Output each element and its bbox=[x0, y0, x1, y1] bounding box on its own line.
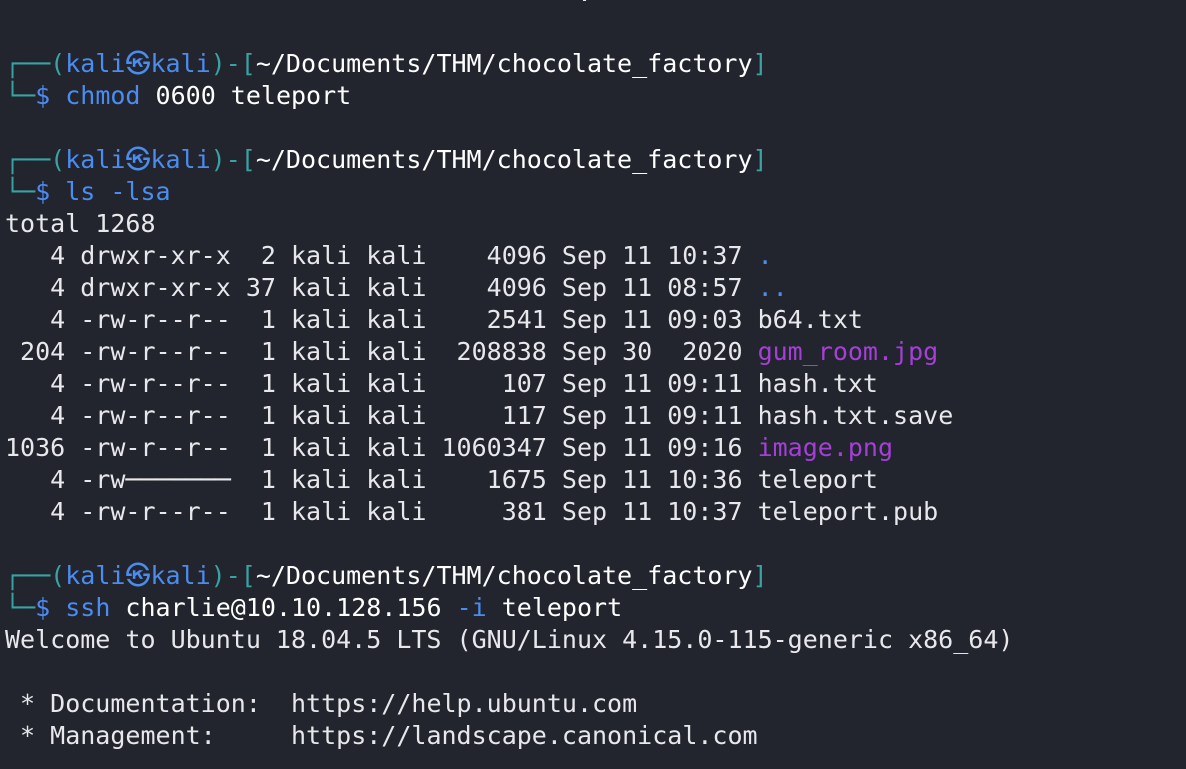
ls-entry-name: hash.txt bbox=[757, 369, 878, 398]
mgmt-url: https://landscape.canonical.com bbox=[290, 721, 758, 750]
ssh-mgmt-line: * Management: https://landscape.canonica… bbox=[5, 721, 758, 750]
ls-row: 4 -rw-r--r-- 1 kali kali 107 Sep 11 09:1… bbox=[5, 369, 878, 398]
prompt-dollar: $ bbox=[35, 81, 66, 110]
prompt-header: ┌──(kali㉿kali)-[~/Documents/THM/chocolat… bbox=[5, 561, 768, 590]
ls-row: 4 -rw-r--r-- 1 kali kali 2541 Sep 11 09:… bbox=[5, 305, 863, 334]
terminal-window[interactable]: · ┌──(kali㉿kali)-[~/Documents/THM/chocol… bbox=[0, 0, 1186, 769]
kali-skull-icon: ㉿ bbox=[125, 49, 151, 78]
doc-url: https://help.ubuntu.com bbox=[290, 689, 638, 718]
ls-row: 4 -rw─────── 1 kali kali 1675 Sep 11 10:… bbox=[5, 465, 878, 494]
prompt-path: ~/Documents/THM/chocolate_factory bbox=[255, 145, 753, 174]
ls-entry-name: hash.txt.save bbox=[757, 401, 954, 430]
command-name: ssh bbox=[65, 593, 111, 622]
ls-row: 4 drwxr-xr-x 37 kali kali 4096 Sep 11 08… bbox=[5, 273, 788, 302]
kali-skull-icon: ㉿ bbox=[125, 561, 151, 590]
prompt-host: kali bbox=[150, 145, 211, 174]
ls-total: total 1268 bbox=[5, 209, 156, 238]
prompt-header: ┌──(kali㉿kali)-[~/Documents/THM/chocolat… bbox=[5, 145, 768, 174]
prompt-host: kali bbox=[150, 561, 211, 590]
command-line: └─$ ssh charlie@10.10.128.156 -i telepor… bbox=[5, 593, 623, 622]
prompt-path: ~/Documents/THM/chocolate_factory bbox=[255, 49, 753, 78]
ls-row: 204 -rw-r--r-- 1 kali kali 208838 Sep 30… bbox=[5, 337, 939, 366]
prompt-header: ┌──(kali㉿kali)-[~/Documents/THM/chocolat… bbox=[5, 49, 768, 78]
command-line: └─$ chmod 0600 teleport bbox=[5, 81, 352, 110]
command-name: chmod bbox=[65, 81, 141, 110]
ssh-doc-line: * Documentation: https://help.ubuntu.com bbox=[5, 689, 638, 718]
command-args: -lsa bbox=[95, 177, 171, 206]
ls-entry-name: b64.txt bbox=[757, 305, 863, 334]
scrolled-off-line: · bbox=[5, 0, 1186, 16]
prompt-user: kali bbox=[65, 49, 126, 78]
kali-skull-icon: ㉿ bbox=[125, 145, 151, 174]
prompt-dollar: $ bbox=[35, 593, 66, 622]
prompt-user: kali bbox=[65, 561, 126, 590]
command-args: teleport bbox=[486, 593, 623, 622]
prompt-user: kali bbox=[65, 145, 126, 174]
prompt-host: kali bbox=[150, 49, 211, 78]
command-line: └─$ ls -lsa bbox=[5, 177, 171, 206]
ls-entry-name: teleport.pub bbox=[757, 497, 939, 526]
prompt-dollar: $ bbox=[35, 177, 66, 206]
ls-row: 4 -rw-r--r-- 1 kali kali 117 Sep 11 09:1… bbox=[5, 401, 954, 430]
ls-entry-name: gum_room.jpg bbox=[757, 337, 939, 366]
command-args: 0600 teleport bbox=[140, 81, 352, 110]
ls-row: 4 drwxr-xr-x 2 kali kali 4096 Sep 11 10:… bbox=[5, 241, 773, 270]
command-name: ls bbox=[65, 177, 96, 206]
ls-row: 4 -rw-r--r-- 1 kali kali 381 Sep 11 10:3… bbox=[5, 497, 939, 526]
ls-entry-name: teleport bbox=[757, 465, 878, 494]
prompt-path: ~/Documents/THM/chocolate_factory bbox=[255, 561, 753, 590]
command-args: charlie@10.10.128.156 bbox=[110, 593, 457, 622]
command-option: -i bbox=[456, 593, 487, 622]
ls-entry-name: image.png bbox=[757, 433, 894, 462]
ls-entry-name: .. bbox=[757, 273, 788, 302]
ls-row: 1036 -rw-r--r-- 1 kali kali 1060347 Sep … bbox=[5, 433, 894, 462]
ssh-welcome: Welcome to Ubuntu 18.04.5 LTS (GNU/Linux… bbox=[5, 625, 1014, 654]
ls-entry-name: . bbox=[757, 241, 773, 270]
